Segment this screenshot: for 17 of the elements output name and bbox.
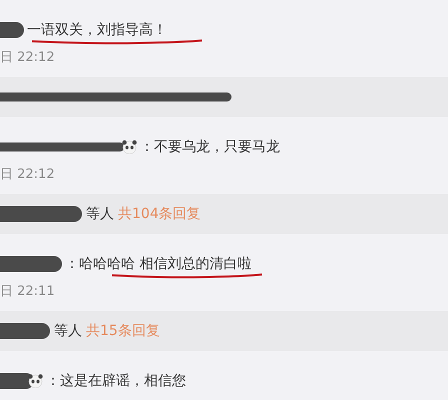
comment-text: ：这是在辟谣，相信您 (46, 372, 186, 390)
timestamp: 日 22:12 (0, 50, 55, 65)
redaction-mark (0, 254, 62, 274)
redaction-mark (0, 371, 34, 391)
timestamp: 日 22:11 (0, 284, 55, 299)
comment-text: ：哈哈哈哈 相信刘总的清白啦 (65, 255, 252, 273)
replies-link[interactable]: 共104条回复 (118, 205, 201, 223)
redaction-mark (0, 321, 50, 341)
redaction-mark (0, 20, 24, 40)
comment-text: ：不要乌龙，只要马龙 (140, 138, 280, 156)
replies-link[interactable]: 共15条回复 (86, 322, 160, 340)
users-label: 等人 (86, 205, 114, 223)
panda-icon (28, 374, 43, 388)
comment-text: 一语双关，刘指导高！ (27, 21, 167, 39)
panda-icon (122, 140, 137, 154)
timestamp: 日 22:12 (0, 167, 55, 182)
users-label: 等人 (54, 322, 82, 340)
